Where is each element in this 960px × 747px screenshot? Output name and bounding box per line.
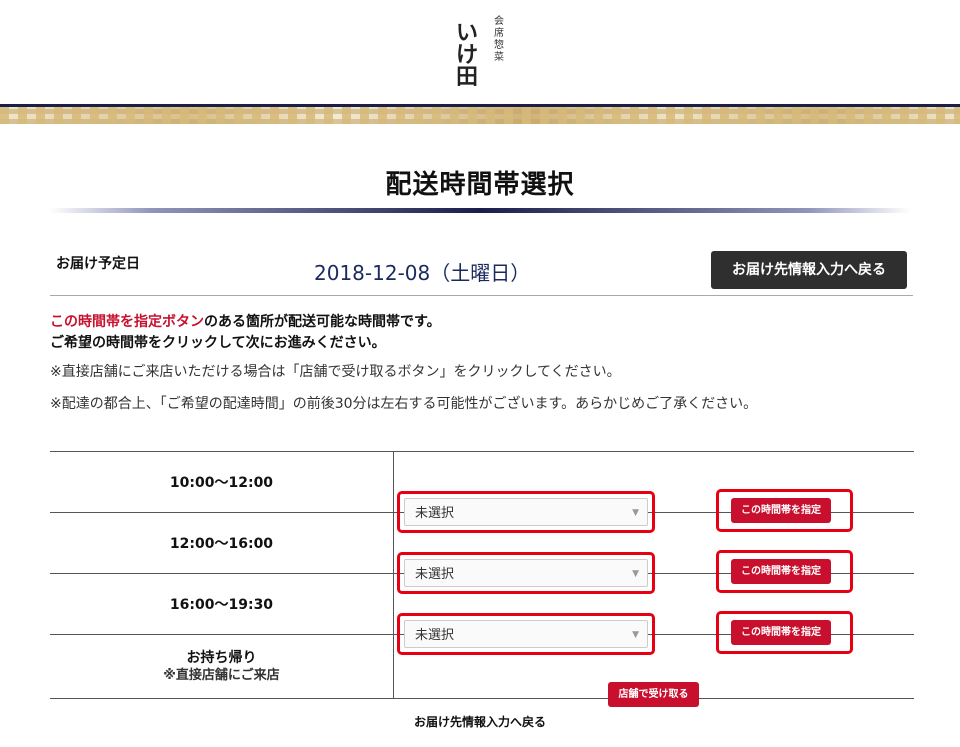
- time-select[interactable]: 未選択 ▼: [404, 559, 648, 587]
- note-delivery-timing: ※配達の都合上、「ご希望の配達時間」の前後30分は左右する可能性がございます。あ…: [50, 396, 758, 412]
- delivery-date-label: お届け予定日: [56, 256, 140, 272]
- button-highlight: この時間帯を指定: [716, 550, 853, 593]
- note-highlight: この時間帯を指定ボタン: [50, 314, 204, 330]
- time-slot-row: 10:00〜12:00 未選択 ▼ この時間帯を指定: [50, 451, 914, 533]
- time-slot-label: 10:00〜12:00: [50, 451, 394, 513]
- button-highlight: この時間帯を指定: [716, 611, 853, 654]
- title-divider: [50, 208, 910, 213]
- note-click-instruction: ご希望の時間帯をクリックして次にお進みください。: [50, 335, 386, 351]
- back-to-delivery-info-link[interactable]: お届け先情報入力へ戻る: [0, 713, 960, 730]
- time-select[interactable]: 未選択 ▼: [404, 620, 648, 648]
- logo-sub-text: 会席惣菜: [494, 16, 504, 63]
- select-highlight: 未選択 ▼: [397, 552, 655, 594]
- time-select-value: 未選択: [415, 567, 455, 582]
- site-header: いけ田 会席惣菜: [0, 0, 960, 104]
- select-highlight: 未選択 ▼: [397, 491, 655, 533]
- time-select[interactable]: 未選択 ▼: [404, 498, 648, 526]
- select-highlight: 未選択 ▼: [397, 613, 655, 655]
- pickup-label-cell: お持ち帰り ※直接店舗にご来店: [50, 634, 394, 699]
- time-select-value: 未選択: [415, 628, 455, 643]
- time-slot-label: 16:00〜19:30: [50, 573, 394, 635]
- logo-main-text: いけ田: [456, 20, 479, 90]
- pickup-title: お持ち帰り: [186, 649, 257, 666]
- time-select-value: 未選択: [415, 506, 455, 521]
- page-title: 配送時間帯選択: [385, 170, 575, 200]
- decorative-banner: [0, 107, 960, 124]
- pickup-note: ※直接店舗にご来店: [163, 667, 280, 683]
- assign-time-slot-button[interactable]: この時間帯を指定: [731, 620, 831, 645]
- assign-time-slot-button[interactable]: この時間帯を指定: [731, 559, 831, 584]
- dropdown-arrow-icon: ▼: [632, 630, 639, 640]
- button-highlight: この時間帯を指定: [716, 489, 853, 532]
- time-slot-table: 10:00〜12:00 未選択 ▼ この時間帯を指定 12:00〜16:00 未…: [50, 451, 914, 707]
- brand-logo[interactable]: いけ田 会席惣菜: [452, 14, 516, 88]
- time-slot-label: 12:00〜16:00: [50, 512, 394, 574]
- note-available-slots: この時間帯を指定ボタンのある箇所が配送可能な時間帯です。: [50, 311, 441, 331]
- dropdown-arrow-icon: ▼: [632, 569, 639, 579]
- note-line1-rest: のある箇所が配送可能な時間帯です。: [204, 314, 441, 330]
- note-store-pickup: ※直接店舗にご来店いただける場合は「店舗で受け取るボタン」をクリックしてください…: [50, 364, 621, 380]
- back-to-delivery-info-button[interactable]: お届け先情報入力へ戻る: [711, 251, 907, 289]
- store-pickup-button[interactable]: 店舗で受け取る: [608, 681, 699, 707]
- dropdown-arrow-icon: ▼: [632, 508, 639, 518]
- delivery-date-value: 2018-12-08（土曜日）: [314, 261, 531, 285]
- date-divider: [50, 295, 913, 296]
- assign-time-slot-button[interactable]: この時間帯を指定: [731, 498, 831, 523]
